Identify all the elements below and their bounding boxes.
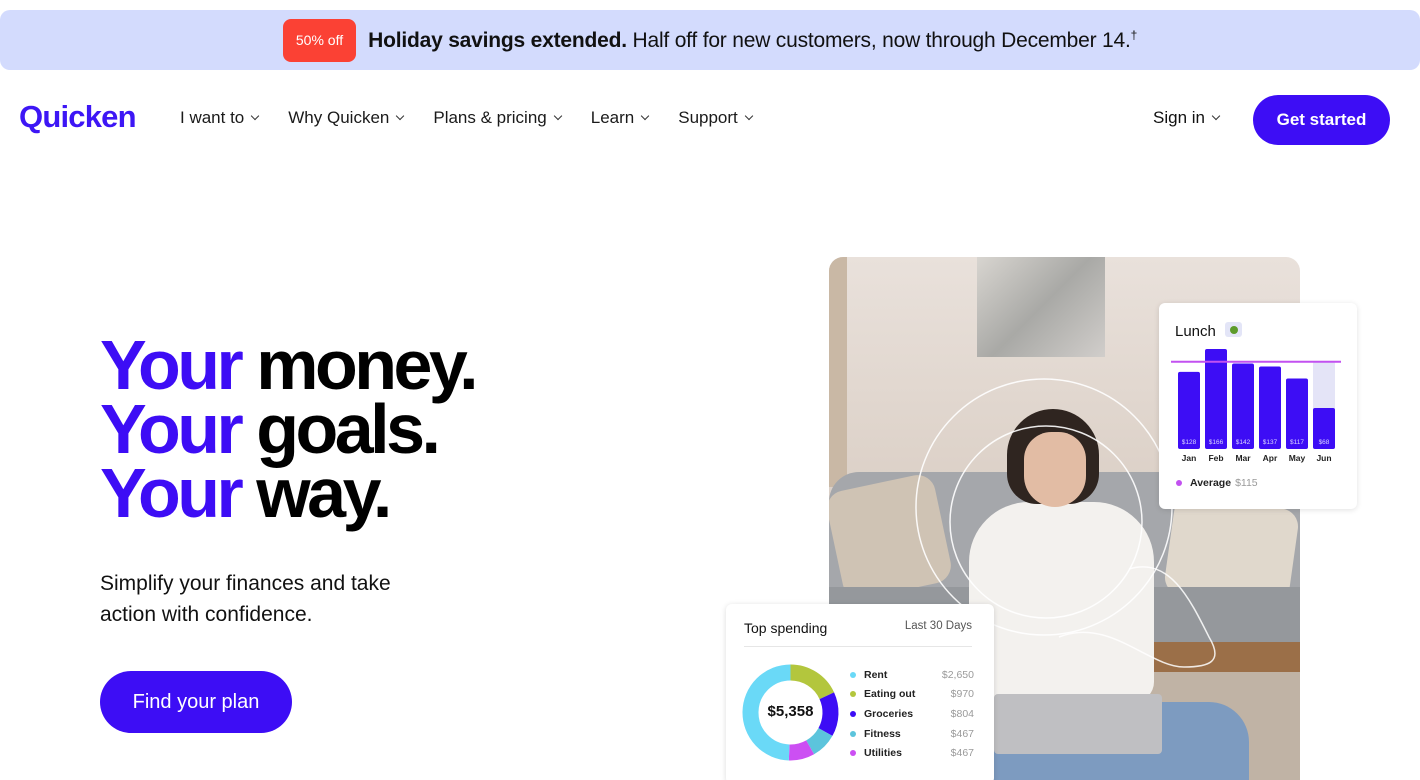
average-dot: [1176, 480, 1182, 486]
headline-accent: Your: [100, 454, 244, 532]
average-value: $115: [1235, 477, 1258, 489]
legend-amount: $2,650: [941, 668, 974, 681]
chevron-down-icon: [251, 111, 260, 121]
chevron-down-icon: [744, 111, 754, 121]
top-spending-title: Top spending: [744, 620, 828, 636]
promo-details: Half off for new customers, now through …: [626, 28, 1131, 52]
nav-menu: I want to Why Quicken Plans & pricing Le…: [180, 108, 782, 128]
headline-line: Your way.: [100, 458, 475, 528]
bar-feb: [1205, 349, 1227, 449]
x-tick-label: Feb: [1208, 453, 1223, 463]
hero-subhead: Simplify your finances and take action w…: [100, 572, 391, 626]
legend-amount: $467: [950, 747, 974, 760]
lunch-chart-card: Lunch $128 Jan $166 Feb $142 Mar $137 Apr $117 Ma…: [1159, 303, 1357, 509]
donut-slice-utilities: [788, 740, 815, 761]
donut-slice-eating-out: [790, 664, 835, 700]
legend-label: Rent: [864, 668, 888, 681]
chevron-down-icon: [553, 111, 562, 121]
bar-value-label: $166: [1209, 439, 1224, 446]
promo-banner[interactable]: 50% off Holiday savings extended. Half o…: [0, 10, 1420, 70]
bar-value-label: $128: [1182, 439, 1197, 446]
salad-icon: [1225, 322, 1242, 337]
average-legend: Average $115: [1176, 477, 1258, 489]
legend-dot: [850, 730, 856, 737]
outer-ring: [915, 378, 1173, 636]
legend-dot: [850, 671, 856, 678]
ring-swoosh: [1058, 566, 1216, 668]
donut-total: $5,358: [767, 703, 814, 720]
promo-footnote-mark: †: [1130, 27, 1138, 42]
hero-headline: Your money. Your goals. Your way.: [100, 330, 479, 528]
legend-amount: $804: [950, 707, 974, 720]
legend-item: Rent $2,650: [850, 665, 974, 685]
headline-line: Your money.: [100, 330, 479, 400]
lunch-bar-chart: $128 Jan $166 Feb $142 Mar $137 Apr $117 May $68 Ju…: [1171, 349, 1341, 463]
main-nav: Quicken I want to Why Quicken Plans & pr…: [0, 94, 1420, 145]
legend-item: Groceries $804: [850, 704, 974, 724]
x-tick-label: May: [1289, 453, 1306, 463]
top-spending-card: Top spending Last 30 Days $5,358 Rent $2,…: [726, 604, 994, 780]
nav-item-support[interactable]: Support: [678, 108, 754, 128]
nav-item-label: Why Quicken: [288, 108, 390, 127]
salad-icon-dot: [1229, 325, 1238, 334]
discount-badge: 50% off: [282, 18, 357, 62]
legend-amount: $467: [950, 727, 974, 740]
chevron-down-icon: [396, 111, 405, 121]
chevron-down-icon: [640, 111, 650, 121]
bar-jan: [1178, 371, 1200, 449]
legend-label: Utilities: [864, 747, 902, 760]
nav-item-plans-pricing[interactable]: Plans & pricing: [433, 108, 562, 128]
spending-legend: Rent $2,650 Eating out $970 Groceries $804 Fit…: [850, 665, 974, 763]
legend-item: Eating out $970: [850, 685, 974, 705]
legend-item: Fitness $467: [850, 724, 974, 744]
nav-item-learn[interactable]: Learn: [590, 108, 650, 128]
nav-item-i-want-to[interactable]: I want to: [180, 108, 260, 128]
nav-item-label: Learn: [590, 108, 635, 127]
x-tick-label: Mar: [1235, 453, 1251, 463]
nav-item-label: Support: [678, 108, 738, 127]
nav-item-why-quicken[interactable]: Why Quicken: [288, 108, 405, 128]
bar-value-label: $68: [1319, 439, 1330, 446]
donut-slice-fitness: [805, 727, 833, 755]
legend-amount: $970: [950, 688, 974, 701]
chevron-down-icon: [1211, 111, 1221, 121]
legend-dot: [850, 710, 856, 717]
promo-headline: Holiday savings extended.: [368, 28, 627, 52]
nav-item-label: Plans & pricing: [433, 108, 547, 127]
nav-item-label: I want to: [180, 108, 245, 127]
bar-value-label: $117: [1290, 439, 1304, 446]
bar-value-label: $137: [1263, 439, 1278, 446]
find-your-plan-button[interactable]: Find your plan: [100, 671, 292, 733]
average-label: Average: [1190, 477, 1232, 489]
bar-apr: [1259, 366, 1281, 449]
legend-label: Groceries: [864, 707, 914, 720]
promo-message: Holiday savings extended. Half off for n…: [368, 28, 1137, 53]
legend-dot: [850, 750, 856, 757]
card-divider: [744, 646, 972, 647]
legend-dot: [850, 691, 856, 698]
sign-in-dropdown[interactable]: Sign in: [1153, 108, 1221, 128]
x-tick-label: Apr: [1263, 453, 1278, 463]
legend-item: Utilities $467: [850, 743, 974, 763]
inner-ring: [949, 425, 1143, 619]
bar-mar: [1232, 363, 1254, 449]
x-tick-label: Jan: [1182, 453, 1197, 463]
lunch-title: Lunch: [1175, 323, 1216, 340]
legend-label: Eating out: [864, 688, 916, 701]
sign-in-label: Sign in: [1153, 108, 1205, 127]
legend-label: Fitness: [864, 727, 901, 740]
get-started-button[interactable]: Get started: [1253, 95, 1390, 145]
headline-word: way.: [256, 454, 392, 532]
quicken-logo[interactable]: Quicken: [19, 99, 137, 135]
x-tick-label: Jun: [1316, 453, 1331, 463]
bar-value-label: $142: [1236, 439, 1251, 446]
date-range-label: Last 30 Days: [904, 620, 972, 632]
headline-line: Your goals.: [100, 394, 475, 464]
